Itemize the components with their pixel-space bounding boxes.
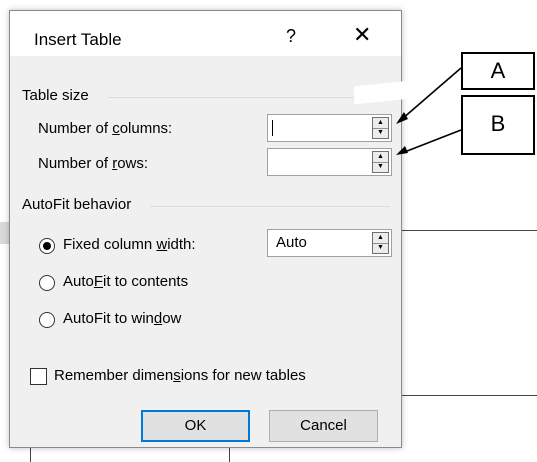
callout-b: B xyxy=(461,95,535,155)
annotation-arrows xyxy=(396,67,462,155)
arrow-b-line xyxy=(401,129,462,154)
arrow-a-line xyxy=(401,67,462,120)
arrow-b-head xyxy=(396,146,408,155)
arrow-a-head xyxy=(396,112,408,124)
callout-a: A xyxy=(461,52,535,90)
callout-divider xyxy=(461,95,535,97)
